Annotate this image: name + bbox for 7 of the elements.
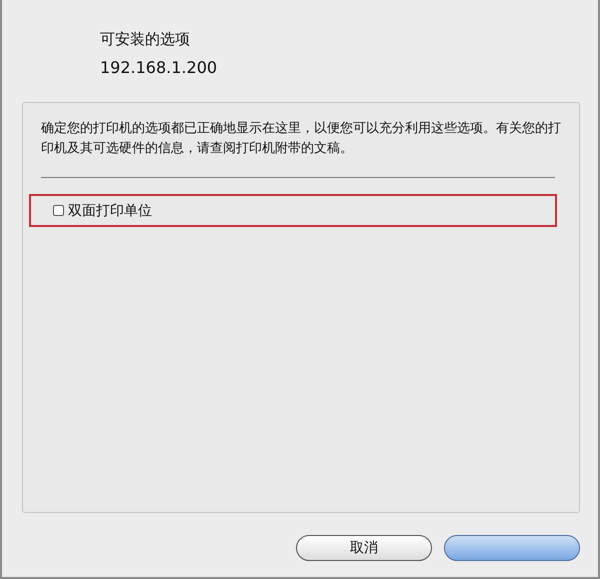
- sheet-title: 可安装的选项: [100, 30, 191, 50]
- printer-address: 192.168.1.200: [100, 58, 218, 79]
- default-button[interactable]: [444, 535, 580, 561]
- option-label[interactable]: 双面打印单位: [68, 202, 152, 220]
- cancel-button[interactable]: 取消: [296, 535, 432, 561]
- checkbox[interactable]: [53, 205, 64, 216]
- description-text: 确定您的打印机的选项都已正确地显示在这里，以便您可以充分利用这些选项。有关您的打印机及其可选硬件的信息，请查阅打印机附带的文稿。: [41, 120, 562, 158]
